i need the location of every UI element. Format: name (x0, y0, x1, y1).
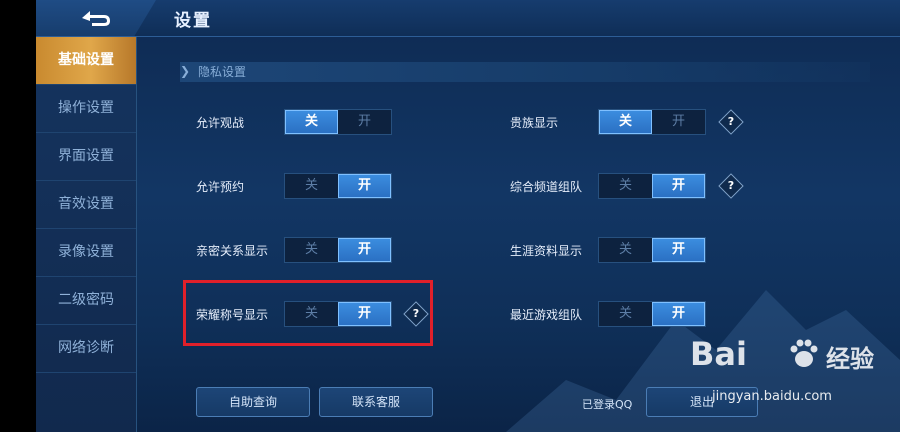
allow-spectate-toggle[interactable]: 关 开 (284, 109, 392, 135)
career-display-toggle[interactable]: 关 开 (598, 237, 706, 263)
top-bar: 设置 (36, 0, 900, 37)
sidebar-item-network-diagnosis[interactable]: 网络诊断 (36, 325, 136, 373)
allow-reservation-toggle[interactable]: 关 开 (284, 173, 392, 199)
back-button[interactable] (36, 0, 156, 36)
intimacy-display-toggle[interactable]: 关 开 (284, 237, 392, 263)
allow-spectate-on-option[interactable]: 开 (338, 110, 391, 134)
highlight-box (183, 280, 433, 346)
career-display-on-option[interactable]: 开 (652, 238, 705, 262)
career-display-off-option[interactable]: 关 (599, 238, 652, 262)
sidebar: 基础设置 操作设置 界面设置 音效设置 录像设置 二级密码 网络诊断 (36, 37, 137, 432)
allow-spectate-off-option[interactable]: 关 (285, 110, 338, 134)
allow-reservation-on-option[interactable]: 开 (338, 174, 391, 198)
contact-support-button[interactable]: 联系客服 (319, 387, 433, 417)
noble-display-toggle[interactable]: 关 开 (598, 109, 706, 135)
allow-reservation-off-option[interactable]: 关 (285, 174, 338, 198)
recent-game-team-off-option[interactable]: 关 (599, 302, 652, 326)
section-title: 隐私设置 (198, 65, 247, 79)
channel-team-on-option[interactable]: 开 (652, 174, 705, 198)
channel-team-toggle[interactable]: 关 开 (598, 173, 706, 199)
sidebar-item-replay-settings[interactable]: 录像设置 (36, 229, 136, 277)
allow-reservation-label: 允许预约 (196, 180, 245, 194)
noble-display-label: 贵族显示 (510, 116, 559, 130)
noble-display-off-option[interactable]: 关 (599, 110, 652, 134)
intimacy-display-off-option[interactable]: 关 (285, 238, 338, 262)
channel-team-off-option[interactable]: 关 (599, 174, 652, 198)
page-title: 设置 (174, 11, 212, 31)
section-header: ❯ 隐私设置 (180, 62, 870, 82)
logged-in-label: 已登录QQ (582, 398, 633, 411)
channel-team-label: 综合频道组队 (510, 180, 583, 194)
channel-team-help-icon[interactable]: ? (718, 173, 744, 199)
watermark-brand: Bai (690, 335, 747, 373)
back-arrow-icon (82, 11, 110, 26)
sidebar-item-interface-settings[interactable]: 界面设置 (36, 133, 136, 181)
sidebar-item-sound-settings[interactable]: 音效设置 (36, 181, 136, 229)
career-display-label: 生涯资料显示 (510, 244, 583, 258)
recent-game-team-toggle[interactable]: 关 开 (598, 301, 706, 327)
self-service-button[interactable]: 自助查询 (196, 387, 310, 417)
baidu-watermark: Bai 经验 jingyan.baidu.com (690, 335, 900, 409)
sidebar-item-secondary-password[interactable]: 二级密码 (36, 277, 136, 325)
recent-game-team-on-option[interactable]: 开 (652, 302, 705, 326)
allow-spectate-label: 允许观战 (196, 116, 245, 130)
settings-screen: 设置 基础设置 操作设置 界面设置 音效设置 录像设置 二级密码 网络诊断 ❯ … (36, 0, 900, 432)
intimacy-display-on-option[interactable]: 开 (338, 238, 391, 262)
noble-display-on-option[interactable]: 开 (652, 110, 705, 134)
noble-display-help-icon[interactable]: ? (718, 109, 744, 135)
sidebar-item-operation-settings[interactable]: 操作设置 (36, 85, 136, 133)
watermark-url: jingyan.baidu.com (712, 389, 832, 404)
paw-icon (790, 339, 818, 367)
watermark-brand-cn: 经验 (826, 345, 874, 373)
intimacy-display-label: 亲密关系显示 (196, 244, 269, 258)
recent-game-team-label: 最近游戏组队 (510, 308, 583, 322)
chevron-right-icon: ❯ (180, 64, 191, 78)
sidebar-item-basic-settings[interactable]: 基础设置 (36, 37, 136, 85)
